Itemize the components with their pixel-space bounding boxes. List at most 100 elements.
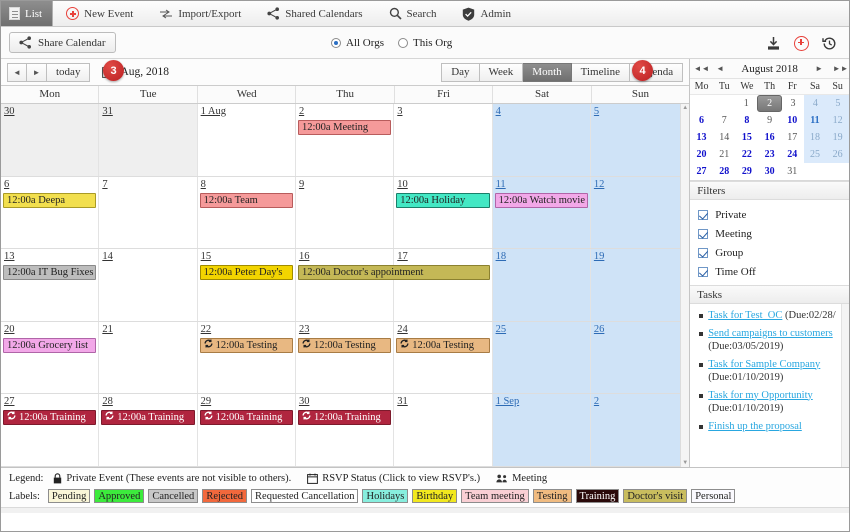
mini-day-cell[interactable]: 1 xyxy=(735,95,757,112)
day-cell[interactable]: 30 xyxy=(1,104,99,176)
legend-rsvp-status[interactable]: RSVP Status (Click to view RSVP's.) xyxy=(307,473,480,484)
mini-day-cell[interactable]: 10 xyxy=(781,112,804,129)
import-export-button[interactable]: Import/Export xyxy=(146,1,254,26)
label-chip-personal[interactable]: Personal xyxy=(691,489,735,503)
calendar-event[interactable]: 12:00a Training xyxy=(298,410,391,425)
day-number[interactable]: 25 xyxy=(493,322,590,335)
day-cell[interactable]: 1 Sep xyxy=(493,394,591,466)
mini-day-cell[interactable]: 22 xyxy=(736,146,759,163)
mini-first-button[interactable]: ◄◄ xyxy=(694,64,707,73)
scroll-down-arrow[interactable]: ▼ xyxy=(681,459,689,467)
day-number[interactable]: 29 xyxy=(198,394,295,407)
list-button[interactable]: List xyxy=(1,1,53,26)
view-button-day[interactable]: Day xyxy=(441,63,479,82)
filter-row-time-off[interactable]: Time Off xyxy=(690,262,849,281)
calendar-event[interactable]: 12:00a Holiday xyxy=(396,193,489,208)
mini-day-cell[interactable]: 16 xyxy=(758,129,781,146)
mini-day-cell[interactable]: 7 xyxy=(713,112,736,129)
day-number[interactable]: 6 xyxy=(1,177,98,190)
calendar-event[interactable]: 12:00a Meeting xyxy=(298,120,391,135)
label-chip-team-meeting[interactable]: Team meeting xyxy=(461,489,529,503)
day-number[interactable]: 1 Sep xyxy=(493,394,590,407)
radio-this-org-input[interactable] xyxy=(398,38,408,48)
day-number[interactable]: 5 xyxy=(591,104,688,117)
mini-day-cell[interactable]: 21 xyxy=(713,146,736,163)
mini-prev-button[interactable]: ◄ xyxy=(714,64,727,73)
filter-row-private[interactable]: Private xyxy=(690,205,849,224)
day-cell[interactable]: 1 Aug xyxy=(198,104,296,176)
next-month-button[interactable]: ► xyxy=(27,63,47,82)
day-cell[interactable]: 28 xyxy=(99,394,197,466)
day-cell[interactable]: 24 xyxy=(394,322,492,394)
day-number[interactable]: 8 xyxy=(198,177,295,190)
label-chip-testing[interactable]: Testing xyxy=(533,489,572,503)
mini-last-button[interactable]: ►► xyxy=(833,64,846,73)
day-number[interactable]: 2 xyxy=(591,394,688,407)
day-number[interactable]: 21 xyxy=(99,322,196,335)
label-chip-requested-cancellation[interactable]: Requested Cancellation xyxy=(251,489,358,503)
day-cell[interactable]: 18 xyxy=(493,249,591,321)
calendar-event[interactable]: 12:00a Doctor's appointment xyxy=(298,265,490,280)
new-event-button[interactable]: New Event xyxy=(53,1,146,26)
day-cell[interactable]: 9 xyxy=(296,177,394,249)
mini-day-cell[interactable]: 8 xyxy=(736,112,759,129)
day-number[interactable]: 24 xyxy=(394,322,491,335)
day-cell[interactable]: 20 xyxy=(1,322,99,394)
mini-day-cell[interactable]: 2 xyxy=(757,95,781,112)
day-cell[interactable]: 6 xyxy=(1,177,99,249)
mini-day-cell[interactable]: 20 xyxy=(690,146,713,163)
mini-day-cell[interactable]: 3 xyxy=(782,95,804,112)
day-number[interactable]: 20 xyxy=(1,322,98,335)
day-cell[interactable]: 3 xyxy=(394,104,492,176)
calendar-event[interactable]: 12:00a Peter Day's xyxy=(200,265,293,280)
view-button-month[interactable]: Month xyxy=(523,63,571,82)
mini-day-cell[interactable]: 27 xyxy=(690,163,713,180)
label-chip-cancelled[interactable]: Cancelled xyxy=(148,489,198,503)
day-cell[interactable]: 31 xyxy=(394,394,492,466)
checkbox-icon[interactable] xyxy=(698,248,708,258)
day-number[interactable]: 13 xyxy=(1,249,98,262)
radio-all-orgs[interactable]: All Orgs xyxy=(331,37,384,49)
day-number[interactable]: 14 xyxy=(99,249,196,262)
label-chip-rejected[interactable]: Rejected xyxy=(202,489,247,503)
day-number[interactable]: 30 xyxy=(1,104,98,117)
today-button[interactable]: today xyxy=(47,63,90,82)
day-cell[interactable]: 10 xyxy=(394,177,492,249)
task-link[interactable]: Task for Sample Company xyxy=(708,359,820,370)
filter-row-meeting[interactable]: Meeting xyxy=(690,224,849,243)
mini-day-cell[interactable]: 15 xyxy=(736,129,759,146)
radio-all-orgs-input[interactable] xyxy=(331,38,341,48)
day-cell[interactable]: 26 xyxy=(591,322,689,394)
shared-calendars-button[interactable]: Shared Calendars xyxy=(254,1,375,26)
day-number[interactable]: 9 xyxy=(296,177,393,190)
day-number[interactable]: 22 xyxy=(198,322,295,335)
add-circle-icon[interactable] xyxy=(794,36,809,51)
download-icon[interactable] xyxy=(766,36,781,51)
prev-month-button[interactable]: ◄ xyxy=(7,63,27,82)
day-number[interactable]: 26 xyxy=(591,322,688,335)
day-cell[interactable]: 11 xyxy=(493,177,591,249)
mini-day-cell[interactable]: 19 xyxy=(826,129,849,146)
mini-day-cell[interactable]: 26 xyxy=(826,146,849,163)
day-number[interactable]: 28 xyxy=(99,394,196,407)
day-cell[interactable]: 14 xyxy=(99,249,197,321)
task-link[interactable]: Task for Test_OC xyxy=(708,310,782,321)
radio-this-org[interactable]: This Org xyxy=(398,37,452,49)
day-cell[interactable]: 27 xyxy=(1,394,99,466)
label-chip-doctor-s-visit[interactable]: Doctor's visit xyxy=(623,489,687,503)
mini-day-cell[interactable]: 5 xyxy=(827,95,849,112)
mini-day-cell[interactable]: 25 xyxy=(804,146,827,163)
mini-day-cell[interactable]: 28 xyxy=(713,163,736,180)
day-number[interactable]: 11 xyxy=(493,177,590,190)
calendar-event[interactable]: 12:00a Testing xyxy=(200,338,293,353)
day-cell[interactable]: 22 xyxy=(198,322,296,394)
admin-button[interactable]: Admin xyxy=(449,1,524,26)
day-number[interactable]: 10 xyxy=(394,177,491,190)
mini-next-button[interactable]: ► xyxy=(813,64,826,73)
label-chip-birthday[interactable]: Birthday xyxy=(412,489,457,503)
day-number[interactable]: 2 xyxy=(296,104,393,117)
task-link[interactable]: Task for my Opportunity xyxy=(708,390,813,401)
label-chip-pending[interactable]: Pending xyxy=(48,489,90,503)
day-number[interactable]: 1 Aug xyxy=(198,104,295,117)
mini-day-cell[interactable]: 30 xyxy=(758,163,781,180)
